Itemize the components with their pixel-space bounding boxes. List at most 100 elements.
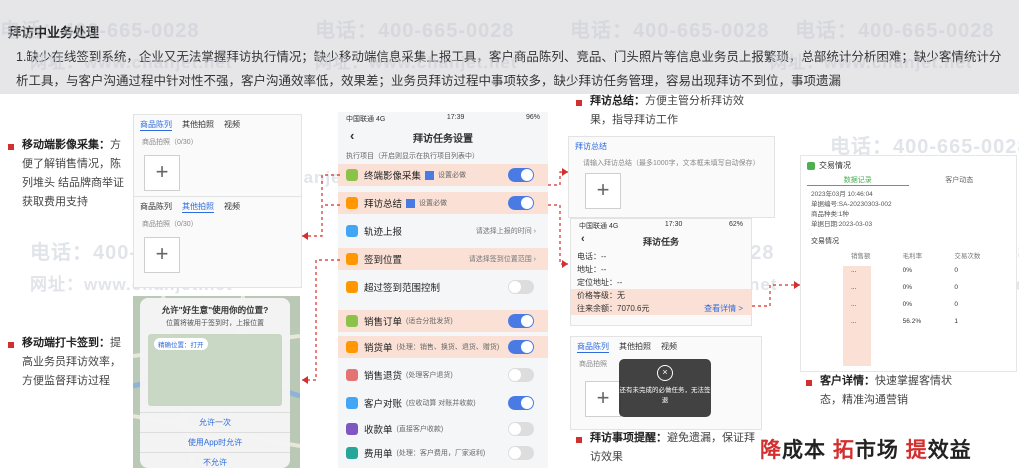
toggle-switch[interactable] [508, 396, 534, 410]
row-visit-summary[interactable]: 拜访总结 设置必做 [338, 192, 548, 214]
toggle-switch[interactable] [508, 368, 534, 382]
row-sub: (直接客户收款) [396, 426, 444, 433]
row-track-report[interactable]: 轨迹上报 请选择上报的时间 › [338, 220, 548, 242]
carrier-label: 中国联通 4G [346, 116, 386, 123]
screen-header: ‹ 拜访任务设置 [338, 126, 548, 149]
tab-dynamics[interactable]: 客户动态 [909, 175, 1011, 186]
row-sub: (处理：客户费用，厂家返利) [396, 450, 486, 457]
detail-header: 交易情况 [801, 156, 1016, 175]
customer-detail-card: 交易情况 数据记录 客户动态 2023年03月 10:46:04 单据编号:SA… [800, 155, 1017, 372]
row-sub: (处理客户退货) [406, 372, 453, 379]
slogan-char: 降 [760, 439, 782, 462]
dialog-map-preview: 精确位置：打开 [148, 334, 282, 406]
add-attachment-button[interactable]: + [585, 173, 621, 209]
summary-input[interactable]: 请输入拜访总结（最多1000字，文本框未填写自动保存） [569, 156, 774, 170]
row-receipt[interactable]: 收款单 (直接客户收款) [338, 418, 548, 440]
photo-tabs: 商品陈列 其他拍照 视频 [134, 197, 301, 217]
row-sales-return[interactable]: 销售退货 (处理客户退货) [338, 364, 548, 386]
toast-message: × 还有未完成的必做任务，无法签退 [619, 359, 711, 417]
bullet-marker [806, 380, 812, 386]
toggle-switch[interactable] [508, 446, 534, 460]
add-photo-button[interactable]: + [585, 381, 621, 417]
slogan-word: 效益 [927, 439, 972, 462]
tab-video[interactable]: 视频 [224, 201, 240, 213]
toggle-switch[interactable] [508, 196, 534, 210]
banner-description: 1.缺少在线签到系统，企业又无法掌握拜访执行情况；缺少移动端信息采集上报工具，客… [16, 50, 1002, 88]
section-caption: 执行项目（开启则显示在执行项目列表中） [346, 153, 479, 160]
row-sub: (应收动算 对账并收款) [406, 400, 476, 407]
receipt-icon [346, 423, 358, 435]
annotation-checkin: 移动端打卡签到：提高业务员拜访效率，方便监督拜访过程 [22, 334, 130, 391]
camera-icon [346, 169, 358, 181]
col-header: 销售额 [851, 253, 871, 260]
tab-display[interactable]: 商品陈列 [140, 119, 172, 131]
row-sales-order[interactable]: 销售订单 (适合分批发货) [338, 310, 548, 332]
row-expense[interactable]: 费用单 (处理：客户费用，厂家返利) [338, 442, 548, 464]
tab-other-photo[interactable]: 其他拍照 [182, 201, 214, 213]
toggle-switch[interactable] [508, 280, 534, 294]
tab-other-photo[interactable]: 其他拍照 [182, 119, 214, 131]
reconcile-icon [346, 397, 358, 409]
order-datetime: 2023年03月 10:46:04 [811, 191, 873, 198]
tab-other-photo[interactable]: 其他拍照 [619, 341, 651, 353]
view-detail-link[interactable]: 查看详情 > [704, 303, 743, 314]
slogan-word: 成本 [782, 439, 826, 462]
tab-display[interactable]: 商品陈列 [577, 341, 609, 353]
info-price-level: 价格等级：无 [571, 289, 751, 302]
toast-text: 还有未完成的必做任务，无法签退 [619, 387, 711, 404]
bullet-marker [8, 144, 14, 150]
table-row: ... 56.2% 1 [851, 318, 958, 325]
slogan-word: 市场 [854, 439, 899, 462]
toggle-switch[interactable] [508, 168, 534, 182]
checkbox-icon[interactable] [425, 170, 435, 180]
expense-icon [346, 447, 358, 459]
dialog-title: 允许"好生意"使用你的位置? [161, 305, 269, 315]
toggle-switch[interactable] [508, 340, 534, 354]
trade-section-title: 交易情况 [811, 238, 839, 245]
row-sub: (处理：销售、换货、退货、赠货) [396, 344, 500, 351]
row-reconcile[interactable]: 客户对账 (应收动算 对账并收款) [338, 392, 548, 414]
back-icon[interactable]: ‹ [581, 233, 585, 245]
deny-button[interactable]: 不允许 [140, 452, 290, 472]
row-checkin-location[interactable]: 签到位置 请选择签到位置范围 › [338, 248, 548, 270]
allow-once-button[interactable]: 允许一次 [140, 412, 290, 432]
row-label: 销售订单 [364, 317, 403, 328]
info-location: 定位地址：-- [577, 278, 623, 287]
row-range-control[interactable]: 超过签到范围控制 [338, 276, 548, 298]
add-photo-button[interactable]: + [144, 237, 180, 273]
status-bar: 中国联通 4G 17:39 96% [338, 112, 548, 126]
allow-while-using-button[interactable]: 使用App时允许 [140, 432, 290, 452]
tab-records[interactable]: 数据记录 [807, 175, 909, 186]
precise-location-toggle[interactable]: 精确位置：打开 [154, 338, 208, 350]
toggle-switch[interactable] [508, 422, 534, 436]
summary-card-title: 拜访总结 [575, 142, 607, 151]
table-row: ... 0% 0 [851, 284, 958, 291]
annotation-customer: 客户详情：快速掌握客情状态，精准沟通营销 [820, 372, 970, 410]
photo-card-mid: 商品陈列 其他拍照 视频 商品拍照（0/30） + [133, 196, 302, 288]
checkbox-icon[interactable] [406, 198, 416, 208]
slogan-char: 拓 [832, 439, 855, 462]
close-circle-icon: × [657, 365, 673, 381]
add-photo-button[interactable]: + [144, 155, 180, 191]
trade-icon [807, 161, 815, 170]
track-icon [346, 225, 358, 237]
row-sales-bill[interactable]: 销货单 (处理：销售、换货、退货、赠货) [338, 336, 548, 358]
row-image-collect[interactable]: 终端影像采集 设置必做 [338, 164, 548, 186]
tab-video[interactable]: 视频 [661, 341, 677, 353]
tab-video[interactable]: 视频 [224, 119, 240, 131]
photo-count-label: 商品拍照（0/30） [142, 221, 198, 228]
slogan-char: 提 [905, 439, 928, 462]
back-icon[interactable]: ‹ [350, 128, 354, 143]
row-label: 签到位置 [364, 255, 403, 266]
battery-label: 62% [728, 221, 743, 228]
row-label: 销售退货 [364, 371, 403, 382]
photo-card-top: 商品陈列 其他拍照 视频 商品拍照（0/30） + [133, 114, 302, 201]
toggle-switch[interactable] [508, 314, 534, 328]
photo-tabs: 商品陈列 其他拍照 视频 [134, 115, 301, 135]
col-header: 交易次数 [954, 253, 981, 260]
trade-table-header: 销售额 毛利率 交易次数 [801, 248, 1016, 262]
order-date: 单据日期:2023-03-03 [811, 221, 873, 228]
tab-display[interactable]: 商品陈列 [140, 201, 172, 213]
range-icon [346, 281, 358, 293]
bullet-marker [8, 342, 14, 348]
